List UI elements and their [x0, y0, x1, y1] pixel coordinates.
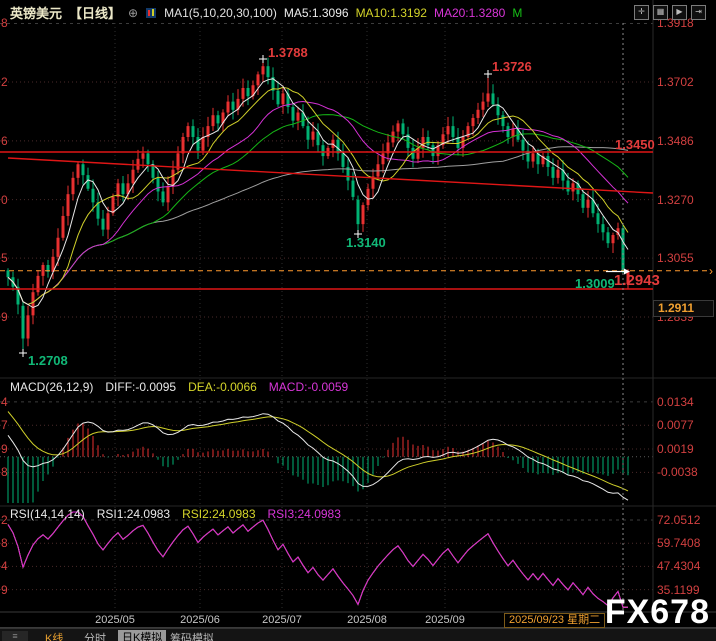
- bottom-tab-menu[interactable]: ≡: [2, 631, 28, 641]
- watermark: FX678: [605, 595, 710, 629]
- forward-icon[interactable]: ▶: [672, 5, 687, 20]
- price-line-pointer-icon: ›: [709, 265, 713, 277]
- rsi3-value: RSI3:24.0983: [268, 507, 341, 521]
- rsi-header: RSI(14,14,14) RSI1:24.0983 RSI2:24.0983 …: [10, 507, 341, 521]
- indicator-panel-icon[interactable]: ▦: [653, 5, 668, 20]
- chart-header: 英镑美元 【日线】 ⊕ MA1(5,10,20,30,100) MA5:1.30…: [10, 3, 522, 22]
- period-label: 【日线】: [69, 3, 121, 22]
- selected-date-label: 2025/09/23 星期二: [504, 613, 605, 628]
- ma10-value: MA10:1.3192: [356, 6, 427, 20]
- macd-diff-value: DIFF:-0.0095: [105, 380, 176, 394]
- macd-name: MACD(26,12,9): [10, 380, 93, 394]
- trading-chart-window: 英镑美元 【日线】 ⊕ MA1(5,10,20,30,100) MA5:1.30…: [0, 0, 716, 641]
- bottom-tab[interactable]: K线: [45, 631, 63, 641]
- ma20-value: MA20:1.3280: [434, 6, 505, 20]
- rsi-name: RSI(14,14,14): [10, 507, 85, 521]
- kline-style-icon[interactable]: [145, 7, 157, 19]
- ma-group-label: MA1(5,10,20,30,100): [164, 6, 277, 20]
- window-toolbar: ✛ ▦ ▶ ⇥: [634, 5, 706, 20]
- crosshair-price-tag: 1.2911: [653, 300, 714, 317]
- pan-icon[interactable]: ✛: [634, 5, 649, 20]
- macd-dea-value: DEA:-0.0066: [188, 380, 257, 394]
- bottom-tab[interactable]: 筹码模拟: [170, 631, 214, 641]
- symbol-title: 英镑美元: [10, 3, 62, 22]
- rsi1-value: RSI1:24.0983: [97, 507, 170, 521]
- macd-bar-value: MACD:-0.0059: [269, 380, 348, 394]
- globe-icon[interactable]: ⊕: [128, 6, 138, 20]
- rsi2-value: RSI2:24.0983: [182, 507, 255, 521]
- bottom-tab-bar: ≡ K线 分时 日K模拟筹码模拟: [0, 628, 716, 641]
- chart-canvas[interactable]: [0, 0, 716, 641]
- macd-header: MACD(26,12,9) DIFF:-0.0095 DEA:-0.0066 M…: [10, 380, 348, 394]
- ma30-value: M: [512, 6, 522, 20]
- bottom-tab[interactable]: 分时: [84, 631, 106, 641]
- bottom-tab[interactable]: 日K模拟: [118, 630, 166, 641]
- exit-fullscreen-icon[interactable]: ⇥: [691, 5, 706, 20]
- ma5-value: MA5:1.3096: [284, 6, 349, 20]
